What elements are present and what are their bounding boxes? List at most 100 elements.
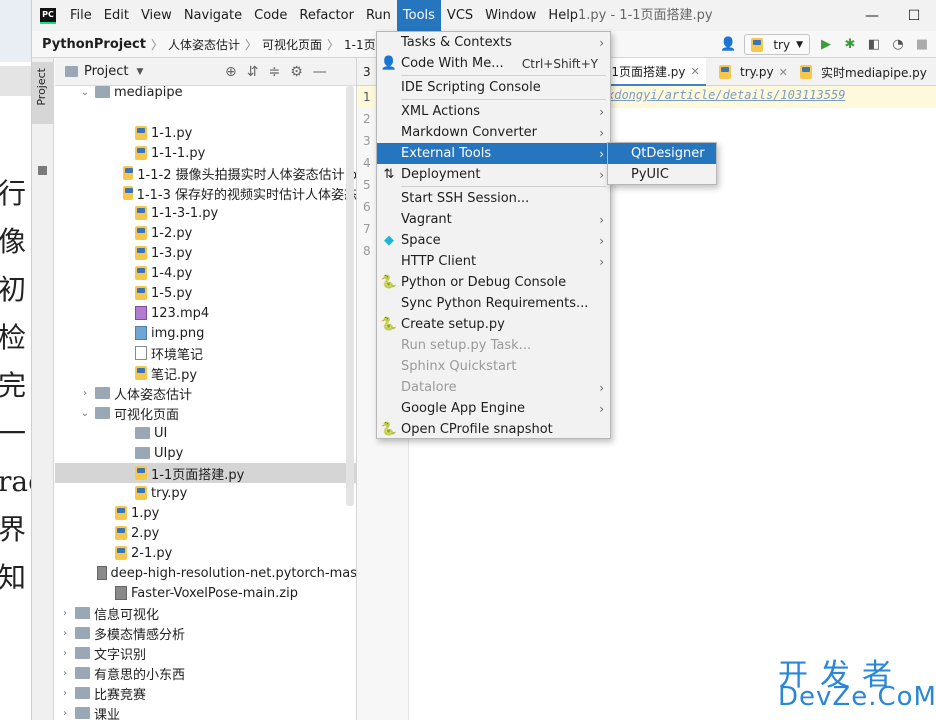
menu-file[interactable]: File [64, 0, 98, 31]
breadcrumb-project[interactable]: PythonProject [32, 37, 149, 52]
expand-all-icon[interactable]: ⇵ [247, 64, 259, 80]
minimize-icon[interactable]: — [852, 0, 892, 31]
chevron-right-icon[interactable]: › [59, 608, 71, 619]
menu-edit[interactable]: Edit [98, 0, 135, 31]
menu-item-datalore[interactable]: Datalore › [377, 377, 610, 398]
menu-item-start-ssh-session[interactable]: Start SSH Session... [377, 188, 610, 209]
tab-realtime-mediapipe[interactable]: 实时mediapipe.py [794, 58, 933, 86]
menu-window[interactable]: Window [479, 0, 542, 31]
menu-item-xml-actions[interactable]: XML Actions › [377, 101, 610, 122]
project-panel-title[interactable]: Project [84, 64, 128, 79]
menu-code[interactable]: Code [248, 0, 293, 31]
menu-run[interactable]: Run [360, 0, 397, 31]
tree-file[interactable]: Faster-VoxelPose-main.zip [55, 583, 356, 603]
chevron-right-icon[interactable]: › [59, 668, 71, 679]
menu-item-google-app-engine[interactable]: Google App Engine › [377, 398, 610, 419]
coverage-icon[interactable]: ◧ [866, 37, 882, 53]
tree-folder[interactable]: UI [55, 423, 356, 443]
tree-folder[interactable]: › 课业 [55, 703, 356, 720]
tree-folder[interactable]: UIpy [55, 443, 356, 463]
tree-file[interactable]: 1-3.py [55, 243, 356, 263]
menu-item-open-cprofile-snapshot[interactable]: 🐍 Open CProfile snapshot [377, 419, 610, 440]
tree-folder[interactable]: › 比赛竞赛 [55, 683, 356, 703]
tree-file[interactable]: 1-1-1.py [55, 143, 356, 163]
collapse-all-icon[interactable]: ≑ [268, 64, 280, 80]
structure-icon[interactable] [38, 166, 47, 175]
project-scrollbar[interactable] [346, 86, 354, 506]
tab-overflow[interactable]: 3 [357, 58, 377, 86]
chevron-down-icon[interactable]: ▼ [136, 67, 143, 77]
tree-file[interactable]: 123.mp4 [55, 303, 356, 323]
tree-file[interactable]: 环境笔记 [55, 343, 356, 363]
run-icon[interactable]: ▶ [818, 37, 834, 53]
chevron-down-icon[interactable]: ⌄ [79, 408, 91, 419]
chevron-right-icon[interactable]: › [59, 688, 71, 699]
menu-navigate[interactable]: Navigate [178, 0, 248, 31]
close-icon[interactable]: ✕ [691, 65, 700, 78]
tree-file[interactable]: 1-1-3-1.py [55, 203, 356, 223]
user-icon[interactable]: 👤 [720, 37, 736, 53]
menu-item-deployment[interactable]: ⇅ Deployment › [377, 164, 610, 185]
locate-icon[interactable]: ⊕ [225, 64, 237, 80]
tree-file[interactable]: 1-5.py [55, 283, 356, 303]
tree-file[interactable]: 1-2.py [55, 223, 356, 243]
tab-try[interactable]: try.py ✕ [713, 58, 794, 86]
chevron-right-icon[interactable]: › [59, 708, 71, 719]
tree-file[interactable]: deep-high-resolution-net.pytorch-mas [55, 563, 356, 583]
tree-file[interactable]: 1-1-2 摄像头拍摄实时人体姿态估计.p [55, 163, 356, 183]
menu-item-external-tools[interactable]: External Tools › [377, 143, 610, 164]
tree-folder[interactable]: › 文字识别 [55, 643, 356, 663]
tree-file[interactable]: 2-1.py [55, 543, 356, 563]
tree-folder[interactable]: › 信息可视化 [55, 603, 356, 623]
menu-item-http-client[interactable]: HTTP Client › [377, 251, 610, 272]
code-url-link[interactable]: xdongyi/article/details/103113559 [607, 88, 845, 102]
tree-file[interactable]: 1.py [55, 503, 356, 523]
stop-icon[interactable]: ■ [914, 37, 930, 53]
tree-folder[interactable]: › 人体姿态估计 [55, 383, 356, 403]
tree-file[interactable]: 1-4.py [55, 263, 356, 283]
profile-icon[interactable]: ◔ [890, 37, 906, 53]
menu-item-pyuic[interactable]: PyUIC [608, 164, 716, 185]
tree-file[interactable]: 1-1.py [55, 123, 356, 143]
tree-file[interactable]: 1-1页面搭建.py [55, 463, 356, 483]
menu-refactor[interactable]: Refactor [293, 0, 360, 31]
close-icon[interactable]: ✕ [779, 66, 788, 79]
project-tool-button[interactable]: Project [32, 62, 53, 124]
menu-item-sphinx-quickstart[interactable]: Sphinx Quickstart [377, 356, 610, 377]
chevron-right-icon[interactable]: › [59, 648, 71, 659]
menu-item-ide-scripting-console[interactable]: IDE Scripting Console [377, 77, 610, 98]
run-config-select[interactable]: try ▼ [744, 34, 810, 55]
maximize-icon[interactable]: ☐ [894, 0, 934, 31]
menu-item-python-or-debug-console[interactable]: 🐍 Python or Debug Console [377, 272, 610, 293]
menu-item-markdown-converter[interactable]: Markdown Converter › [377, 122, 610, 143]
menu-item-create-setup-py[interactable]: 🐍 Create setup.py [377, 314, 610, 335]
tree-folder[interactable]: ⌄ 可视化页面 [55, 403, 356, 423]
breadcrumb-folder-2[interactable]: 可视化页面 [259, 36, 325, 53]
menu-item-qtdesigner[interactable]: QtDesigner [608, 143, 716, 164]
chevron-down-icon[interactable]: ⌄ [79, 87, 91, 98]
menu-tools[interactable]: Tools [396, 0, 441, 31]
debug-icon[interactable]: ✱ [842, 37, 858, 53]
menu-item-tasks-contexts[interactable]: Tasks & Contexts › [377, 32, 610, 53]
menu-item-run-setup-py-task[interactable]: Run setup.py Task... [377, 335, 610, 356]
chevron-right-icon[interactable]: › [79, 388, 91, 399]
hide-icon[interactable]: — [313, 64, 327, 80]
tree-folder[interactable]: › 有意思的小东西 [55, 663, 356, 683]
menu-item-code-with-me[interactable]: 👤 Code With Me... Ctrl+Shift+Y [377, 53, 610, 74]
menu-vcs[interactable]: VCS [441, 0, 479, 31]
tree-folder[interactable]: › 多模态情感分析 [55, 623, 356, 643]
tab-1-1-page[interactable]: -1页面搭建.py ✕ [601, 58, 706, 86]
menu-item-space[interactable]: ◆ Space › [377, 230, 610, 251]
tree-file[interactable]: 1-1-3 保存好的视频实时估计人体姿态 [55, 183, 356, 203]
tree-file[interactable]: img.png [55, 323, 356, 343]
menu-item-vagrant[interactable]: Vagrant › [377, 209, 610, 230]
menu-view[interactable]: View [135, 0, 178, 31]
chevron-right-icon[interactable]: › [59, 628, 71, 639]
breadcrumb-folder-1[interactable]: 人体姿态估计 [165, 36, 243, 53]
menu-item-sync-python-requirements[interactable]: Sync Python Requirements... [377, 293, 610, 314]
tree-folder[interactable]: ⌄ mediapipe [55, 82, 356, 102]
gear-icon[interactable]: ⚙ [290, 64, 303, 80]
tree-file[interactable]: 笔记.py [55, 363, 356, 383]
tree-file[interactable]: 2.py [55, 523, 356, 543]
tree-file[interactable]: try.py [55, 483, 356, 503]
